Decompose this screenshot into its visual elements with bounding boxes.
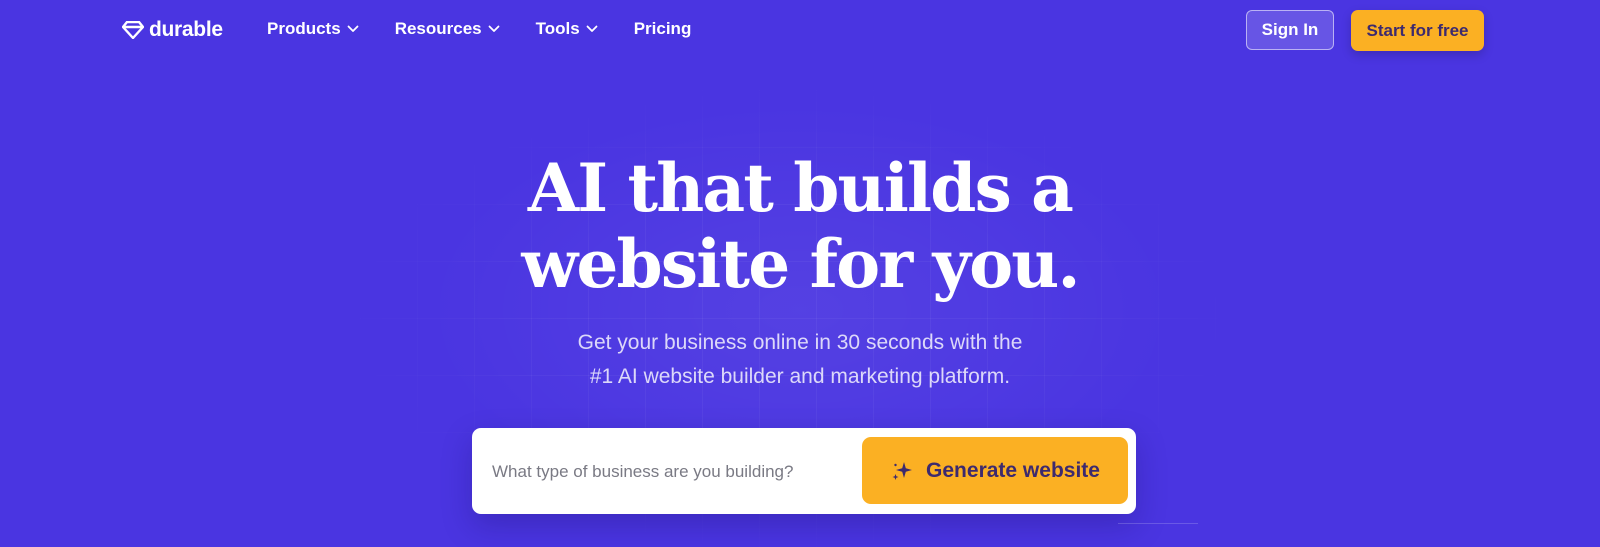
- hero-subheadline-line-2: #1 AI website builder and marketing plat…: [589, 365, 1011, 388]
- nav-item-products[interactable]: Products: [267, 19, 359, 39]
- sparkle-icon: [890, 459, 914, 483]
- hero-subheadline-line-1: Get your business online in 30 seconds w…: [577, 331, 1023, 354]
- chevron-down-icon: [347, 25, 359, 33]
- site-header: durable Products Resources Tools Pricing…: [0, 0, 1600, 62]
- decorative-divider: [1118, 523, 1198, 524]
- hero-headline-line-1: AI that builds a: [527, 149, 1074, 227]
- nav-item-label: Resources: [394, 19, 482, 38]
- nav-item-label: Tools: [535, 19, 580, 38]
- nav-item-label: Products: [267, 19, 341, 38]
- nav-item-pricing[interactable]: Pricing: [634, 19, 692, 39]
- nav-item-label: Pricing: [633, 19, 692, 38]
- generate-website-label: Generate website: [926, 458, 1100, 482]
- hero-headline-line-2: website for you.: [521, 225, 1080, 303]
- business-prompt-box: Generate website: [472, 428, 1136, 514]
- generate-website-button[interactable]: Generate website: [862, 437, 1128, 504]
- hero-headline: AI that builds a website for you.: [400, 150, 1200, 302]
- hero-subheadline: Get your business online in 30 seconds w…: [450, 326, 1150, 394]
- sign-in-button[interactable]: Sign In: [1246, 10, 1334, 50]
- chevron-down-icon: [488, 25, 500, 33]
- chevron-down-icon: [586, 25, 598, 33]
- nav-item-tools[interactable]: Tools: [536, 19, 598, 39]
- start-for-free-button[interactable]: Start for free: [1351, 10, 1484, 51]
- nav-item-resources[interactable]: Resources: [395, 19, 500, 39]
- main-nav: Products Resources Tools Pricing: [267, 19, 727, 39]
- diamond-logo-icon: [122, 21, 144, 39]
- brand-name: durable: [149, 18, 223, 41]
- business-type-input[interactable]: [490, 452, 854, 492]
- brand-logo[interactable]: durable: [122, 18, 223, 42]
